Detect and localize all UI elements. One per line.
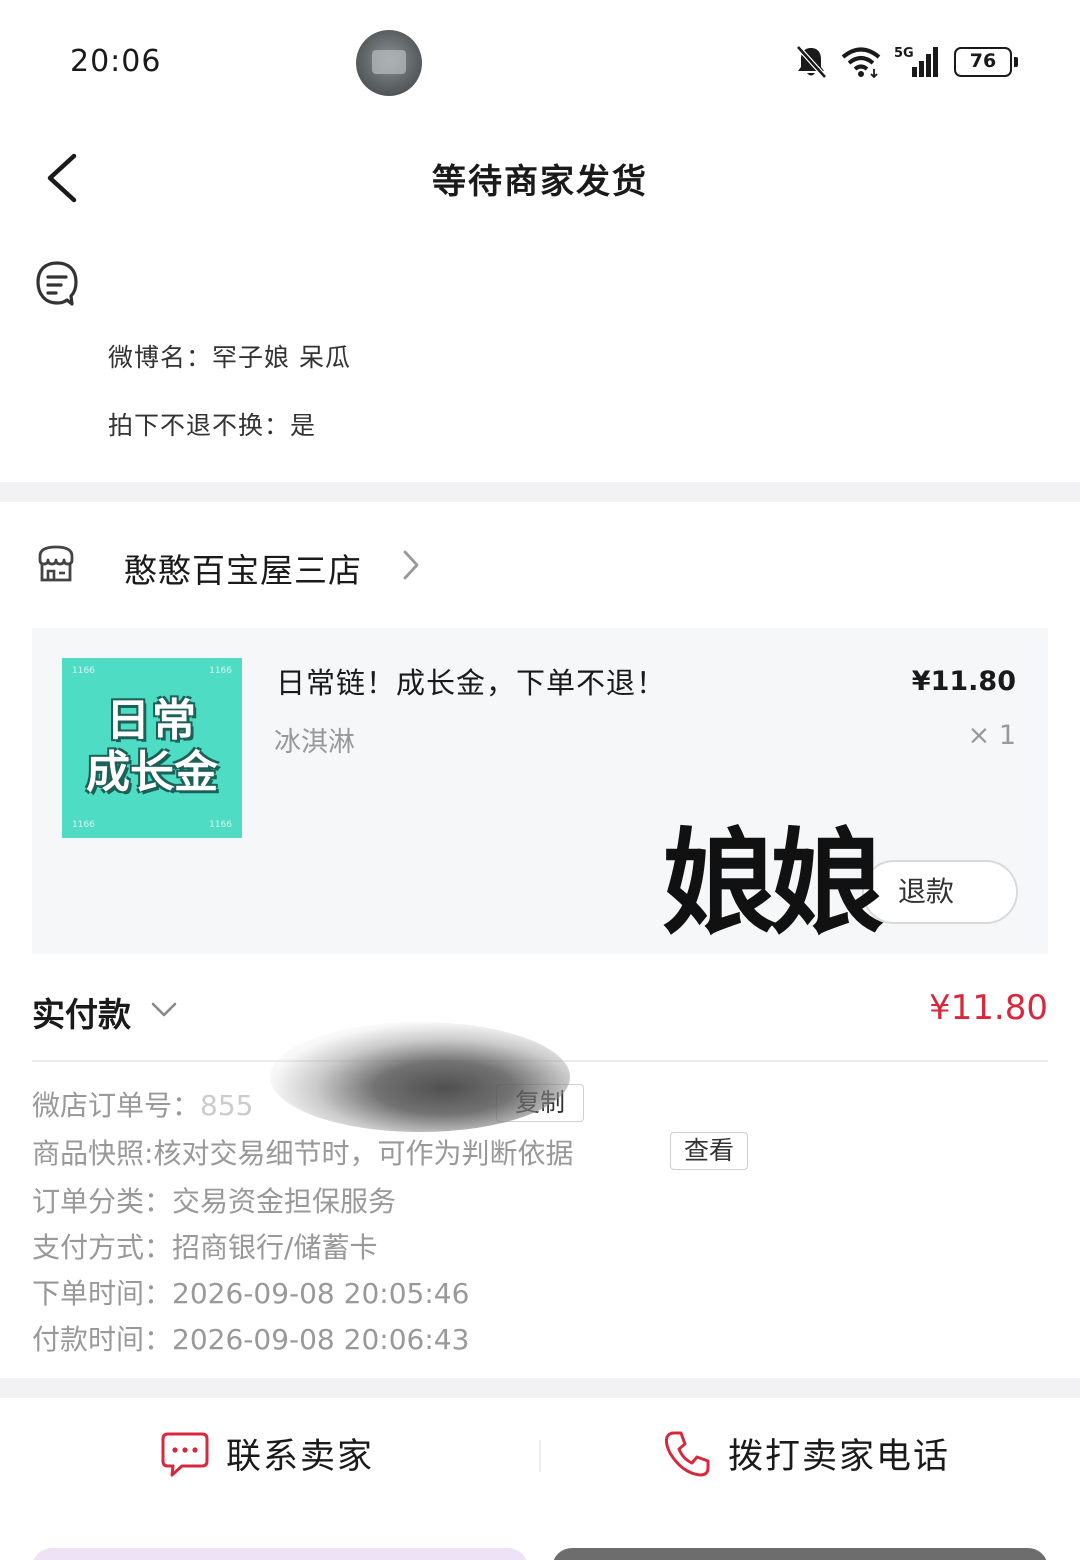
shop-name[interactable]: 憨憨百宝屋三店 (124, 544, 362, 592)
nav-bar: 等待商家发货 (0, 120, 1080, 230)
action-bar: 联系卖家 拨打卖家电话 (0, 1398, 1080, 1512)
phone-icon (664, 1431, 710, 1476)
status-icons: 5G 76 (794, 44, 1018, 80)
shop-row[interactable]: 憨憨百宝屋三店 (0, 502, 1080, 622)
note-no-return: 拍下不退不换：是 (108, 411, 317, 440)
product-quantity: × 1 (967, 720, 1016, 751)
redaction-scribble (270, 1022, 570, 1132)
order-number-row: 微店订单号：855 (32, 1084, 253, 1124)
category-value: 交易资金担保服务 (172, 1185, 397, 1218)
total-amount: ¥11.80 (929, 988, 1048, 1028)
category-row: 订单分类：交易资金担保服务 (32, 1180, 396, 1220)
section-gap (0, 482, 1080, 502)
order-time-value: 2026-09-08 20:05:46 (172, 1277, 470, 1310)
section-gap (0, 1378, 1080, 1398)
thumbnail-text-line2: 成长金 (86, 747, 218, 798)
bell-off-icon (796, 45, 827, 79)
product-thumbnail[interactable]: 1166 1166 1166 1166 日常 成长金 (62, 658, 242, 838)
call-seller-button[interactable]: 拨打卖家电话 (662, 1428, 950, 1479)
payment-label: 支付方式： (32, 1231, 173, 1264)
payment-row: 支付方式：招商银行/储蓄卡 (32, 1226, 377, 1266)
view-snapshot-button[interactable]: 查看 (670, 1132, 748, 1170)
status-time: 20:06 (70, 44, 162, 79)
pay-time-value: 2026-09-08 20:06:43 (172, 1323, 470, 1356)
order-number-label: 微店订单号： (32, 1089, 201, 1122)
svg-text:5G: 5G (894, 46, 914, 61)
thumbnail-text-line1: 日常 (106, 695, 198, 746)
status-bar: 20:06 5G 76 (0, 0, 1080, 120)
product-price: ¥11.80 (911, 666, 1016, 697)
battery-icon: 76 (954, 47, 1018, 77)
order-number-value: 855 (200, 1089, 254, 1122)
chevron-right-icon (403, 550, 419, 580)
payment-value: 招商银行/储蓄卡 (172, 1231, 378, 1264)
contact-seller-label: 联系卖家 (226, 1437, 375, 1477)
product-spec: 冰淇淋 (274, 727, 355, 758)
signal-icon: 5G (894, 46, 938, 77)
pay-time-row: 付款时间：2026-09-08 20:06:43 (32, 1318, 469, 1358)
refund-button[interactable]: 退款 (862, 860, 1018, 924)
product-card[interactable]: 1166 1166 1166 1166 日常 成长金 日常链！成长金，下单不退！… (32, 628, 1048, 954)
sticker-overlay-text: 娘娘 (662, 817, 884, 950)
pay-time-label: 付款时间： (32, 1323, 173, 1356)
snapshot-label: 商品快照: (32, 1137, 154, 1170)
shop-icon (38, 545, 74, 582)
notification-avatar-icon (356, 30, 422, 96)
action-separator (539, 1440, 541, 1472)
category-label: 订单分类： (32, 1185, 173, 1218)
note-icon (36, 261, 78, 306)
page-title: 等待商家发货 (432, 162, 648, 202)
snapshot-value: 核对交易细节时，可作为判断依据 (153, 1137, 574, 1170)
note-weibo-name: 微博名：罕子娘 呆瓜 (108, 343, 351, 372)
chevron-down-icon[interactable] (150, 996, 178, 1022)
product-name: 日常链！成长金，下单不退！ (276, 666, 667, 700)
total-label: 实付款 (32, 995, 131, 1034)
snapshot-row: 商品快照:核对交易细节时，可作为判断依据 (32, 1132, 573, 1172)
chat-icon (161, 1432, 209, 1476)
buyer-note-section: 微博名：罕子娘 呆瓜 拍下不退不换：是 (0, 230, 1080, 482)
wifi-icon (841, 47, 881, 79)
bottom-banner-right[interactable] (552, 1548, 1048, 1560)
call-seller-label: 拨打卖家电话 (728, 1437, 951, 1477)
order-time-label: 下单时间： (32, 1277, 173, 1310)
contact-seller-button[interactable]: 联系卖家 (160, 1428, 374, 1479)
bottom-banner-left[interactable] (32, 1548, 528, 1560)
order-time-row: 下单时间：2026-09-08 20:05:46 (32, 1272, 469, 1312)
